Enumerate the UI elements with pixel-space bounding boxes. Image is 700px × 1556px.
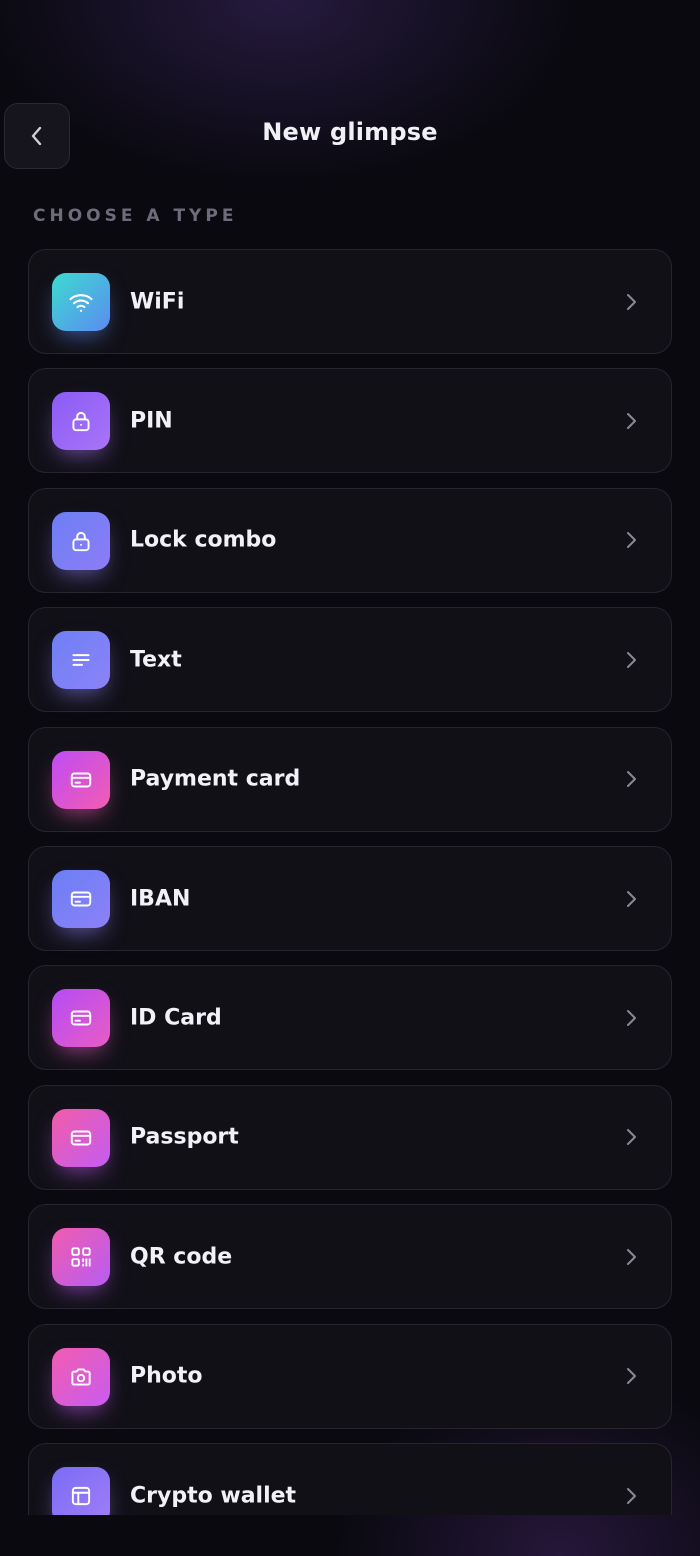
type-item-pin[interactable]: PIN	[28, 368, 672, 474]
type-item-passport[interactable]: Passport	[28, 1084, 672, 1190]
type-item-wifi[interactable]: WiFi	[28, 249, 672, 354]
chevron-right-icon	[621, 411, 641, 431]
lock-icon	[68, 408, 94, 434]
chevron-right-icon	[627, 293, 636, 310]
type-item-label: IBAN	[130, 886, 191, 911]
type-item-photo[interactable]: Photo	[28, 1323, 672, 1429]
chevron-right-icon	[627, 412, 636, 429]
chevron-right-icon	[621, 769, 641, 789]
chevron-right-icon	[621, 1008, 641, 1028]
chevron-right-icon	[621, 292, 641, 312]
type-item-label: Crypto wallet	[130, 1483, 297, 1508]
card-icon	[68, 1125, 94, 1151]
type-icon-badge	[52, 750, 110, 809]
type-item-lock-combo[interactable]: Lock combo	[28, 487, 672, 593]
type-item-id-card[interactable]: ID Card	[28, 965, 672, 1071]
type-icon-badge	[52, 1467, 110, 1515]
type-icon-badge	[52, 1228, 110, 1287]
type-icon-badge	[52, 1347, 110, 1406]
type-item-label: QR code	[130, 1244, 233, 1270]
app-screen: New glimpse CHOOSE A TYPE WiFi PIN Lock co…	[0, 0, 700, 1556]
chevron-right-icon	[621, 1247, 641, 1267]
type-item-label: Lock combo	[130, 527, 277, 553]
type-icon-badge	[52, 511, 110, 570]
type-icon-badge	[52, 392, 110, 451]
type-icon-badge	[52, 273, 110, 331]
lock-icon	[68, 528, 94, 554]
chevron-right-icon	[621, 650, 641, 670]
type-item-label: Passport	[130, 1124, 239, 1150]
type-item-label: ID Card	[130, 1005, 222, 1031]
card-icon	[68, 767, 94, 793]
text-lines-icon	[68, 647, 94, 673]
type-item-label: Text	[130, 647, 182, 673]
type-icon-badge	[52, 1108, 110, 1167]
chevron-right-icon	[627, 890, 636, 907]
type-item-crypto-wallet[interactable]: Crypto wallet	[28, 1443, 672, 1515]
chevron-right-icon	[621, 1127, 641, 1147]
chevron-right-icon	[621, 1366, 641, 1386]
chevron-right-icon	[621, 889, 641, 909]
type-item-label: WiFi	[130, 289, 185, 314]
chevron-right-icon	[627, 1368, 636, 1385]
chevron-right-icon	[627, 651, 636, 668]
page-title: New glimpse	[262, 118, 438, 146]
type-item-text[interactable]: Text	[28, 607, 672, 713]
card-icon	[68, 1005, 94, 1031]
chevron-right-icon	[627, 532, 636, 549]
type-icon-badge	[52, 870, 110, 928]
section-label: CHOOSE A TYPE	[33, 206, 238, 226]
card-icon	[68, 886, 94, 912]
type-item-qr-code[interactable]: QR code	[28, 1204, 672, 1310]
chevron-right-icon	[627, 1009, 636, 1026]
type-icon-badge	[52, 631, 110, 690]
type-item-iban[interactable]: IBAN	[28, 846, 672, 951]
chevron-right-icon	[621, 530, 641, 550]
chevron-right-icon	[621, 1486, 641, 1506]
chevron-right-icon	[627, 1248, 636, 1265]
chevron-right-icon	[627, 771, 636, 788]
chevron-right-icon	[627, 1129, 636, 1146]
wallet-icon	[68, 1483, 94, 1509]
qr-icon	[68, 1244, 94, 1270]
type-item-label: PIN	[130, 408, 173, 434]
wifi-icon	[67, 288, 95, 316]
type-item-payment-card[interactable]: Payment card	[28, 726, 672, 832]
type-list: WiFi PIN Lock combo Text Payment card IBAN ID …	[28, 249, 672, 1515]
type-icon-badge	[52, 989, 110, 1048]
camera-icon	[68, 1364, 94, 1390]
chevron-right-icon	[627, 1487, 636, 1504]
type-item-label: Payment card	[130, 766, 301, 792]
type-item-label: Photo	[130, 1363, 203, 1389]
